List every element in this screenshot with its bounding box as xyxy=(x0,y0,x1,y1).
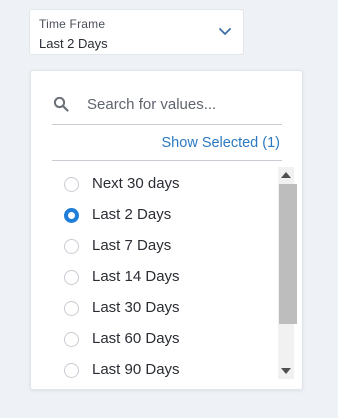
scroll-down-arrow-icon[interactable] xyxy=(281,368,291,374)
list-item[interactable]: Last 7 Days xyxy=(52,237,262,269)
search-input[interactable] xyxy=(87,92,277,116)
chevron-down-icon[interactable] xyxy=(218,27,232,37)
list-item[interactable]: Last 60 Days xyxy=(52,330,262,362)
search-bar xyxy=(52,88,282,125)
list-item[interactable]: Last 90 Days xyxy=(52,361,262,389)
option-label: Last 30 Days xyxy=(92,299,180,316)
divider xyxy=(52,160,282,161)
show-selected-link[interactable]: Show Selected (1) xyxy=(162,135,280,151)
radio-button[interactable] xyxy=(64,301,79,316)
options-list-container: Next 30 days Last 2 Days Last 7 Days Las… xyxy=(52,164,302,389)
dropdown-panel: Show Selected (1) Next 30 days Last 2 Da… xyxy=(30,70,303,390)
list-item[interactable]: Last 2 Days xyxy=(52,206,262,238)
option-label: Last 14 Days xyxy=(92,268,180,285)
option-label: Next 30 days xyxy=(92,175,180,192)
option-label: Last 2 Days xyxy=(92,206,172,223)
option-label: Last 90 Days xyxy=(92,361,180,378)
list-item[interactable]: Next 30 days xyxy=(52,175,262,207)
option-label: Last 7 Days xyxy=(92,237,172,254)
options-list: Next 30 days Last 2 Days Last 7 Days Las… xyxy=(52,175,262,389)
list-item[interactable]: Last 14 Days xyxy=(52,268,262,300)
radio-button[interactable] xyxy=(64,363,79,378)
radio-button[interactable] xyxy=(64,208,79,223)
radio-button[interactable] xyxy=(64,177,79,192)
scrollbar-thumb[interactable] xyxy=(279,184,297,324)
radio-button[interactable] xyxy=(64,332,79,347)
option-label: Last 60 Days xyxy=(92,330,180,347)
scrollbar[interactable] xyxy=(278,167,297,379)
dropdown-label: Time Frame xyxy=(39,17,106,31)
radio-button[interactable] xyxy=(64,239,79,254)
radio-button[interactable] xyxy=(64,270,79,285)
list-item[interactable]: Last 30 Days xyxy=(52,299,262,331)
time-frame-dropdown[interactable]: Time Frame Last 2 Days xyxy=(29,9,244,55)
dropdown-value: Last 2 Days xyxy=(39,36,108,51)
search-icon xyxy=(53,96,69,112)
scroll-up-arrow-icon[interactable] xyxy=(281,172,291,178)
